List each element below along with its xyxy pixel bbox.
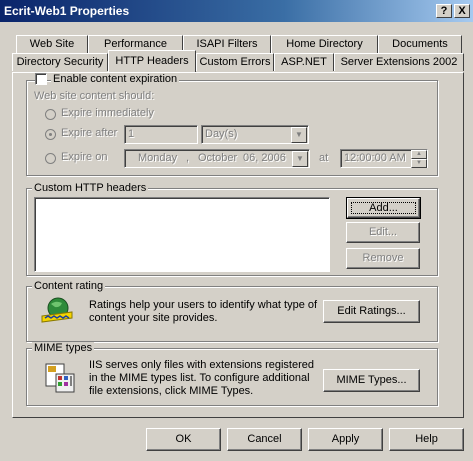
window-title: Ecrit-Web1 Properties [4,4,130,18]
mime-types-icon [44,362,76,394]
add-header-button[interactable]: Add... [346,197,421,219]
edit-header-label: Edit... [368,226,398,238]
apply-label: Apply [331,433,360,445]
date-dropdown-chevron-down-icon[interactable]: ▼ [292,151,308,167]
content-rating-label: Content rating [32,280,106,292]
tab-custom-errors[interactable]: Custom Errors [196,53,274,71]
ok-button[interactable]: OK [146,428,221,451]
tab-isapi-filters[interactable]: ISAPI Filters [183,35,271,53]
tab-directory-security[interactable]: Directory Security [12,53,108,71]
tab-home-directory[interactable]: Home Directory [271,35,378,53]
tab-asp-net[interactable]: ASP.NET [274,53,334,71]
edit-ratings-button[interactable]: Edit Ratings... [323,300,420,323]
help-title-button[interactable]: ? [436,4,452,18]
tab-web-site[interactable]: Web Site [16,35,88,53]
tab-server-extensions-2002[interactable]: Server Extensions 2002 [334,53,464,71]
ok-label: OK [175,433,192,445]
tab-http-headers[interactable]: HTTP Headers [108,50,196,72]
ratings-icon [40,296,74,326]
remove-header-button[interactable]: Remove [346,248,420,269]
expiration-subtitle: Web site content should: [34,90,155,102]
expire-on-label[interactable]: Expire on [61,151,107,163]
date-month: October [198,152,238,164]
date-day-year: 06, 2006 [243,152,286,164]
close-button[interactable]: X [454,4,470,18]
expire-time-value: 12:00:00 AM [344,152,406,164]
apply-button[interactable]: Apply [308,428,383,451]
expire-after-unit-value: Day(s) [205,128,238,140]
edit-header-button[interactable]: Edit... [346,222,420,243]
cancel-label: Cancel [247,433,282,445]
cancel-button[interactable]: Cancel [227,428,302,451]
spin-down-icon[interactable]: ▼ [411,159,427,168]
chevron-down-icon[interactable]: ▼ [291,127,307,143]
title-bar[interactable]: Ecrit-Web1 Properties ? X [0,0,473,22]
expire-on-radio[interactable] [45,153,56,164]
mime-types-label: MIME types [32,342,95,354]
expire-after-value-input[interactable]: 1 [124,125,198,144]
spin-up-icon[interactable]: ▲ [411,150,427,159]
date-weekday: Monday [138,152,178,164]
custom-http-headers-label: Custom HTTP headers [32,182,149,194]
enable-expiration-label[interactable]: Enable content expiration [51,73,180,85]
mime-types-description: IIS serves only files with extensions re… [89,359,314,397]
edit-ratings-label: Edit Ratings... [337,305,406,317]
expire-immediately-label[interactable]: Expire immediately [61,107,154,119]
help-button[interactable]: Help [389,428,464,451]
expire-after-radio[interactable] [45,129,56,140]
date-separator: , [186,152,190,164]
close-icon: X [458,5,466,17]
expire-immediately-radio[interactable] [45,109,56,120]
custom-headers-list[interactable] [34,197,330,272]
add-header-label: Add... [369,202,398,214]
mime-types-button-label: MIME Types... [336,374,407,386]
expire-on-date-picker[interactable]: Monday , October 06, 2006 [124,149,310,168]
at-label: at [319,152,329,164]
help-icon: ? [440,5,448,17]
mime-types-button[interactable]: MIME Types... [323,369,420,392]
content-rating-description: Ratings help your users to identify what… [89,299,318,324]
tab-documents[interactable]: Documents [378,35,462,53]
expire-after-label[interactable]: Expire after [61,127,117,139]
remove-header-label: Remove [362,252,404,264]
help-label: Help [415,433,438,445]
enable-expiration-checkbox[interactable] [35,73,47,85]
